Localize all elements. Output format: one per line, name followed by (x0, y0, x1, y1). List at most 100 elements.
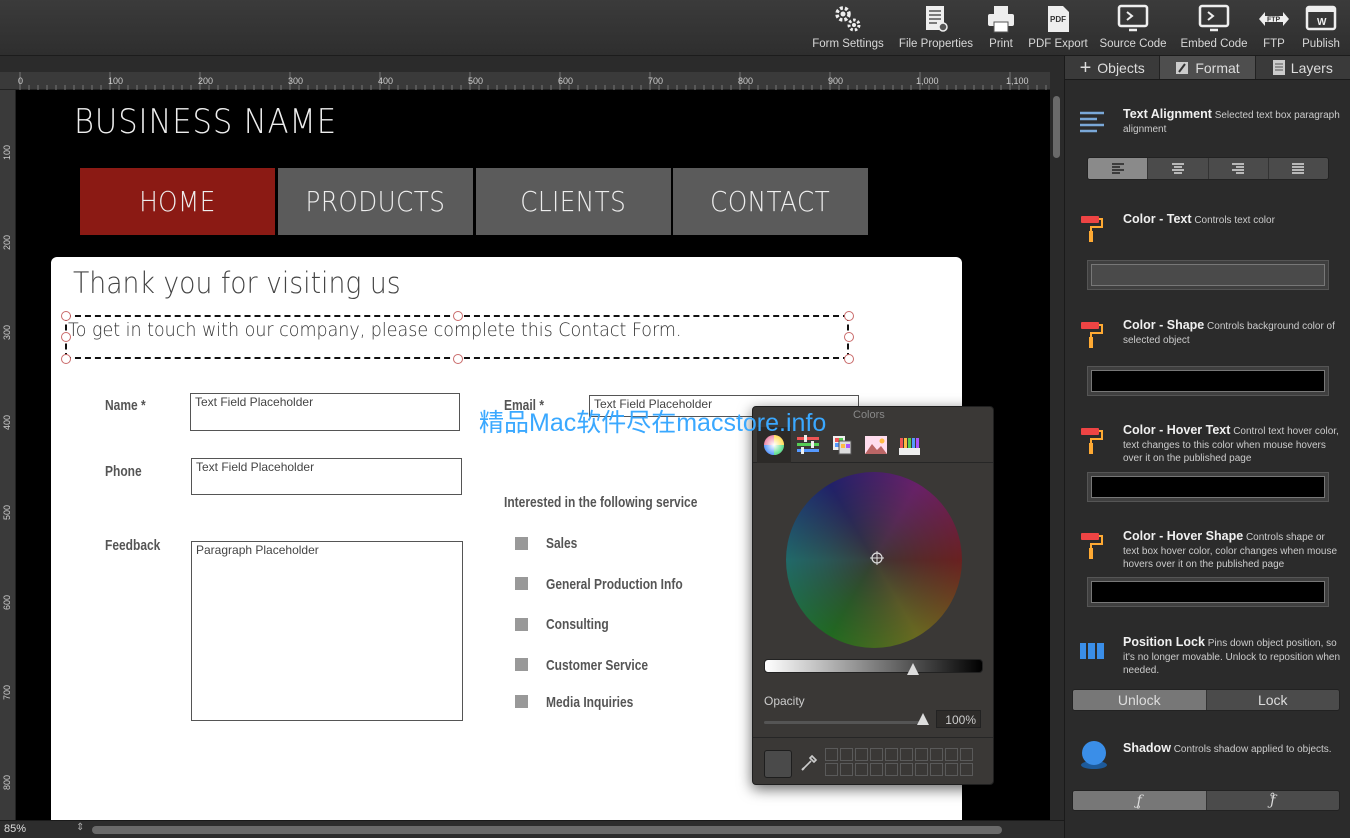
brightness-slider[interactable] (764, 659, 983, 673)
swatch-slot[interactable] (855, 748, 868, 761)
swatch-slot[interactable] (960, 748, 973, 761)
swatch-slot[interactable] (960, 763, 973, 776)
opacity-thumb[interactable] (917, 713, 929, 725)
swatch-slot[interactable] (945, 748, 958, 761)
align-justify-button[interactable] (1269, 158, 1328, 179)
swatch-slot[interactable] (885, 763, 898, 776)
swatch-grid[interactable] (825, 748, 973, 776)
text-alignment-icon (1080, 111, 1104, 133)
resize-handle[interactable] (61, 332, 71, 342)
pencils-tab[interactable] (893, 427, 927, 463)
image-palettes-tab[interactable] (859, 427, 893, 463)
eyedropper-icon[interactable] (800, 754, 818, 772)
file-properties-icon (926, 6, 948, 32)
name-field[interactable]: Text Field Placeholder (190, 393, 460, 431)
swatch-slot[interactable] (825, 763, 838, 776)
swatch-slot[interactable] (840, 763, 853, 776)
opacity-slider[interactable] (764, 721, 927, 724)
stepper-icon[interactable]: ⇕ (76, 822, 84, 833)
opacity-value-field[interactable]: 100% (936, 710, 981, 728)
resize-handle[interactable] (61, 354, 71, 364)
swatch-slot[interactable] (930, 763, 943, 776)
print-button[interactable]: Print (983, 2, 1019, 54)
checkbox[interactable] (515, 537, 528, 550)
hover-text-color-well[interactable] (1087, 472, 1329, 502)
color-palettes-tab[interactable] (825, 427, 859, 463)
phone-field[interactable]: Text Field Placeholder (191, 458, 462, 495)
business-name[interactable]: BUSINESS NAME (74, 102, 337, 142)
resize-handle[interactable] (453, 311, 463, 321)
lock-button[interactable]: Lock (1207, 690, 1340, 710)
embed-code-button[interactable]: Embed Code (1176, 2, 1252, 54)
shadow-off-button[interactable]: ƒ̥ (1073, 791, 1207, 810)
toolbar: Form Settings File Properties Print PDF … (0, 0, 1350, 56)
source-code-icon (1117, 4, 1149, 32)
align-left-button[interactable] (1088, 158, 1149, 179)
zoom-control[interactable]: 85% ⇕ (4, 822, 84, 837)
swatch-slot[interactable] (870, 748, 883, 761)
resize-handle[interactable] (844, 311, 854, 321)
current-color-swatch[interactable] (764, 750, 792, 778)
shape-color-well[interactable] (1087, 366, 1329, 396)
swatch-slot[interactable] (825, 748, 838, 761)
embed-code-icon (1198, 4, 1230, 32)
pdf-export-button[interactable]: PDF PDF Export (1025, 2, 1091, 54)
file-properties-button[interactable]: File Properties (893, 2, 979, 54)
swatch-slot[interactable] (870, 763, 883, 776)
swatch-slot[interactable] (885, 748, 898, 761)
swatch-slot[interactable] (840, 748, 853, 761)
scroll-thumb[interactable] (1053, 96, 1060, 158)
brightness-thumb[interactable] (907, 663, 919, 675)
checkbox[interactable] (515, 577, 528, 590)
swatch-slot[interactable] (915, 763, 928, 776)
tab-objects[interactable]: + Objects (1065, 56, 1161, 79)
align-right-button[interactable] (1209, 158, 1269, 179)
canvas-horizontal-scrollbar[interactable] (92, 826, 1002, 834)
swatch-slot[interactable] (915, 748, 928, 761)
shadow-on-button[interactable]: ƒ̊ (1207, 791, 1340, 810)
resize-handle[interactable] (844, 354, 854, 364)
swatch-slot[interactable] (930, 748, 943, 761)
position-lock-control[interactable]: Unlock Lock (1072, 689, 1340, 711)
zoom-value: 85% (4, 823, 27, 835)
checkbox[interactable] (515, 695, 528, 708)
nav-clients[interactable]: CLIENTS (476, 168, 671, 235)
nav-home[interactable]: HOME (80, 168, 275, 235)
ftp-button[interactable]: FTP FTP (1256, 2, 1292, 54)
swatch-slot[interactable] (900, 748, 913, 761)
wheel-crosshair[interactable] (870, 551, 884, 565)
resize-handle[interactable] (453, 354, 463, 364)
align-center-button[interactable] (1148, 158, 1209, 179)
swatch-slot[interactable] (945, 763, 958, 776)
feedback-field[interactable]: Paragraph Placeholder (191, 541, 463, 721)
page-heading[interactable]: Thank you for visiting us (73, 266, 401, 300)
intro-text[interactable]: To get in touch with our company, please… (68, 319, 681, 341)
color-picker-panel[interactable]: Colors Opacity 100% (752, 406, 994, 785)
resize-handle[interactable] (61, 311, 71, 321)
nav-products[interactable]: PRODUCTS (278, 168, 473, 235)
publish-button[interactable]: W Publish (1297, 2, 1345, 54)
form-settings-button[interactable]: Form Settings (808, 2, 888, 54)
canvas-vertical-scrollbar[interactable] (1050, 90, 1064, 820)
alignment-segmented-control[interactable] (1087, 157, 1329, 180)
shadow-control[interactable]: ƒ̥ ƒ̊ (1072, 790, 1340, 811)
ruler-label: 600 (558, 76, 574, 86)
tab-layers[interactable]: Layers (1256, 56, 1350, 79)
hover-shape-color-well[interactable] (1087, 577, 1329, 607)
resize-handle[interactable] (844, 332, 854, 342)
swatch-slot[interactable] (900, 763, 913, 776)
vertical-ruler: 100 200 300 400 500 600 700 800 (0, 90, 16, 820)
nav-contact[interactable]: CONTACT (673, 168, 868, 235)
text-alignment-title: Text Alignment Selected text box paragra… (1123, 107, 1340, 135)
checkbox[interactable] (515, 658, 528, 671)
checkbox-label: Customer Service (546, 657, 649, 674)
ruler-label: 1,000 (916, 76, 939, 86)
text-color-well[interactable] (1087, 260, 1329, 290)
status-bar: 85% ⇕ (0, 820, 1064, 838)
unlock-button[interactable]: Unlock (1073, 690, 1207, 710)
source-code-button[interactable]: Source Code (1095, 2, 1171, 54)
swatch-slot[interactable] (855, 763, 868, 776)
position-lock-icon (1080, 643, 1104, 659)
tab-format[interactable]: Format (1160, 56, 1256, 79)
checkbox[interactable] (515, 618, 528, 631)
